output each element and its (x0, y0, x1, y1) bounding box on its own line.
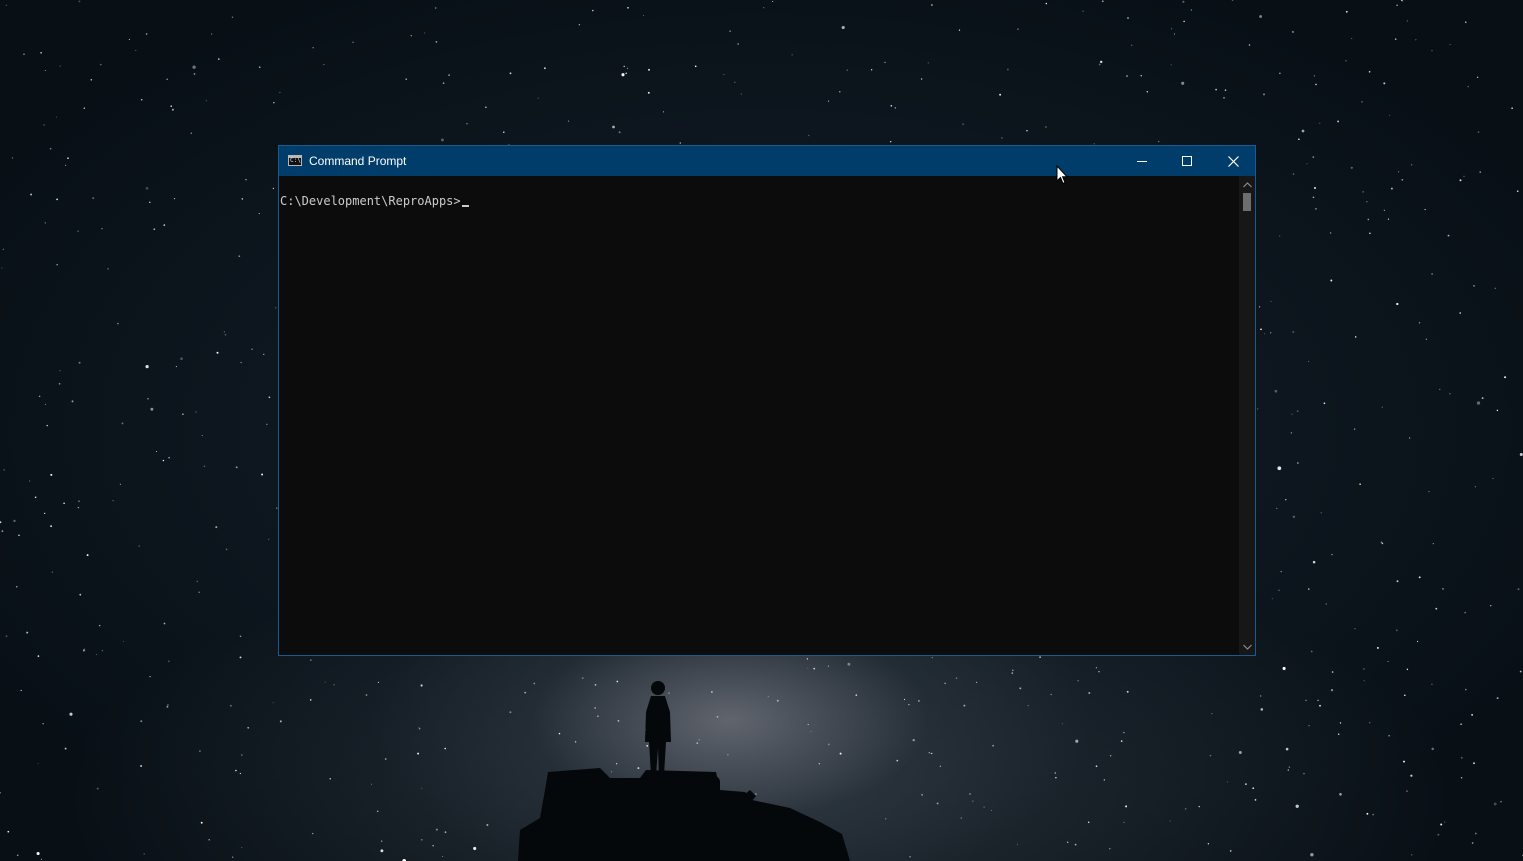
prompt-text: C:\Development\ReproApps> (280, 194, 461, 208)
close-icon (1227, 155, 1239, 167)
console-icon[interactable]: C:\ (288, 155, 302, 166)
vertical-scrollbar[interactable] (1239, 176, 1255, 655)
text-cursor (461, 205, 469, 207)
prompt-line: C:\Development\ReproApps> (280, 193, 469, 209)
maximize-button[interactable] (1164, 146, 1210, 176)
scroll-down-button[interactable] (1239, 639, 1255, 655)
minimize-button[interactable] (1119, 146, 1165, 176)
command-prompt-window[interactable]: C:\ Command Prompt C:\Development\ReproA… (278, 145, 1256, 656)
scroll-up-button[interactable] (1239, 177, 1255, 193)
chevron-down-icon (1242, 644, 1252, 650)
title-bar[interactable]: C:\ Command Prompt (279, 146, 1255, 176)
maximize-icon (1182, 156, 1192, 166)
close-button[interactable] (1210, 146, 1256, 176)
console-icon-glyph: C:\ (290, 157, 301, 164)
chevron-up-icon (1242, 182, 1252, 188)
console-output[interactable]: C:\Development\ReproApps> (279, 176, 1239, 655)
mouse-pointer-icon (1056, 165, 1068, 185)
scroll-thumb[interactable] (1243, 193, 1251, 211)
minimize-icon (1137, 161, 1147, 162)
window-title: Command Prompt (309, 154, 407, 168)
